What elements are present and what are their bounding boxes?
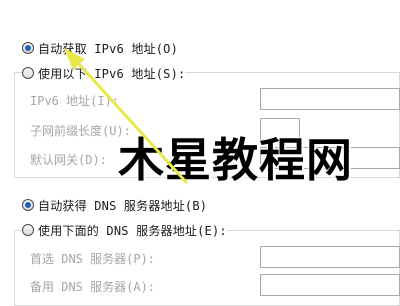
manual-ipv6-radio[interactable] [22, 67, 34, 79]
manual-dns-label: 使用下面的 DNS 服务器地址(E): [38, 223, 227, 238]
alternate-dns-input[interactable] [260, 274, 400, 296]
auto-ipv6-label: 自动获取 IPv6 地址(O) [38, 41, 179, 56]
preferred-dns-input[interactable] [260, 246, 400, 268]
default-gateway-label: 默认网关(D): [30, 153, 107, 167]
manual-dns-option[interactable]: 使用下面的 DNS 服务器地址(E): [22, 221, 227, 239]
manual-dns-radio[interactable] [22, 224, 34, 236]
site-watermark: 木星教程网 [118, 133, 353, 187]
subnet-prefix-label: 子网前缀长度(U): [30, 124, 131, 138]
auto-dns-radio[interactable] [22, 199, 34, 211]
auto-dns-option[interactable]: 自动获得 DNS 服务器地址(B) [22, 196, 208, 214]
auto-ipv6-option[interactable]: 自动获取 IPv6 地址(O) [22, 39, 179, 57]
ipv6-address-input[interactable] [260, 88, 400, 110]
manual-ipv6-label: 使用以下 IPv6 地址(S): [38, 66, 186, 81]
ipv6-address-label: IPv6 地址(I): [30, 94, 120, 108]
auto-dns-label: 自动获得 DNS 服务器地址(B) [38, 198, 208, 213]
auto-ipv6-radio[interactable] [22, 42, 34, 54]
alternate-dns-label: 备用 DNS 服务器(A): [30, 280, 156, 294]
preferred-dns-label: 首选 DNS 服务器(P): [30, 252, 156, 266]
manual-ipv6-option[interactable]: 使用以下 IPv6 地址(S): [22, 64, 186, 82]
